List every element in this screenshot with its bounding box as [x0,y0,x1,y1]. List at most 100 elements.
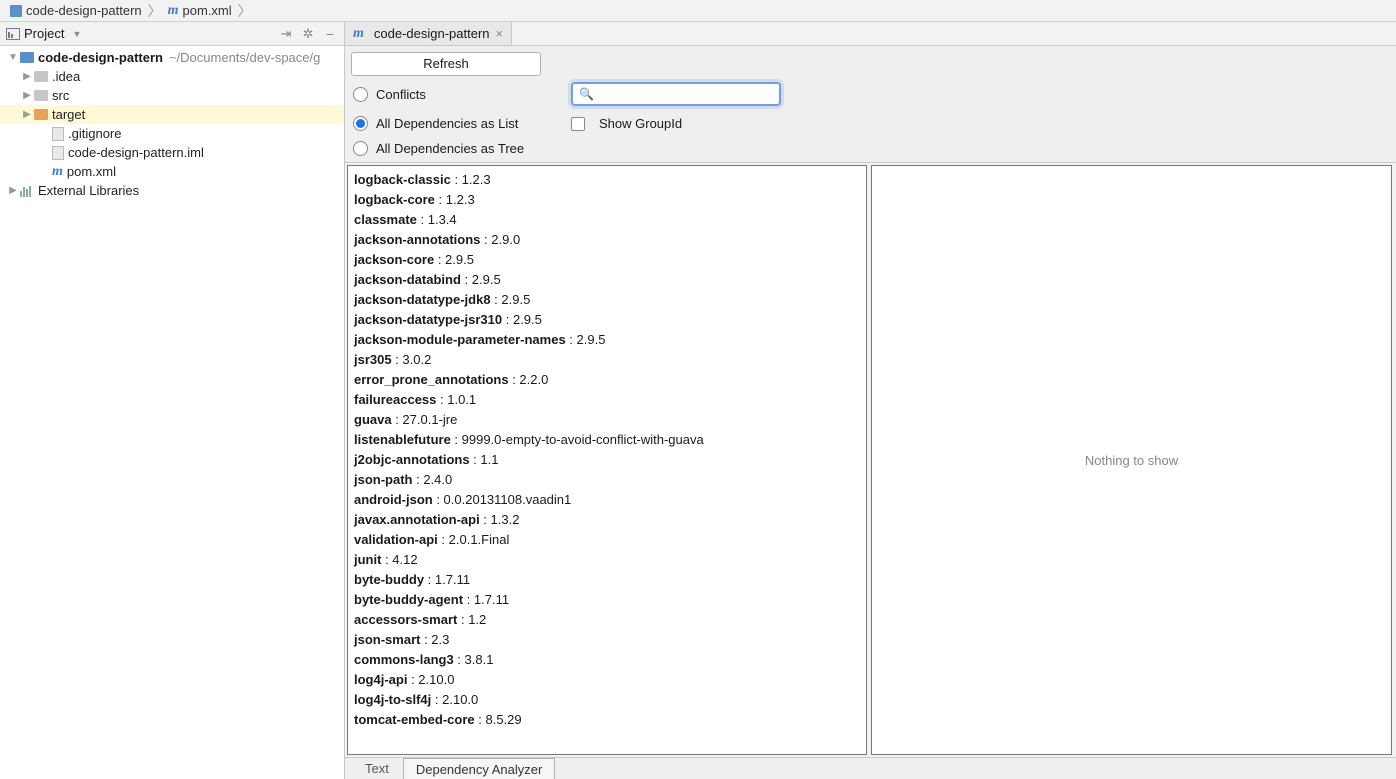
expand-arrow-icon[interactable] [8,52,18,63]
dependency-row[interactable]: classmate : 1.3.4 [354,210,860,230]
dependency-name: jackson-databind [354,272,461,287]
dependency-row[interactable]: javax.annotation-api : 1.3.2 [354,510,860,530]
tree-folder-target[interactable]: target [0,105,344,124]
breadcrumb-file-label: pom.xml [183,3,232,18]
tree-root-path: ~/Documents/dev-space/g [169,50,320,65]
dependency-version: : 2.10.0 [407,672,454,687]
dependency-row[interactable]: log4j-api : 2.10.0 [354,670,860,690]
dependency-row[interactable]: jackson-annotations : 2.9.0 [354,230,860,250]
tree-file-iml[interactable]: code-design-pattern.iml [0,143,344,162]
module-icon [10,5,22,17]
dependency-row[interactable]: jackson-datatype-jsr310 : 2.9.5 [354,310,860,330]
dependency-row[interactable]: guava : 27.0.1-jre [354,410,860,430]
dependency-details: Nothing to show [871,165,1392,755]
tab-dependency-analyzer[interactable]: Dependency Analyzer [403,758,555,779]
collapse-all-icon[interactable]: ⇥ [278,26,294,42]
dependency-row[interactable]: tomcat-embed-core : 8.5.29 [354,710,860,730]
dependency-row[interactable]: j2objc-annotations : 1.1 [354,450,860,470]
dependency-row[interactable]: accessors-smart : 1.2 [354,610,860,630]
tree-external-libs[interactable]: External Libraries [0,181,344,200]
editor-bottom-tabs: Text Dependency Analyzer [345,757,1396,779]
dependency-row[interactable]: byte-buddy-agent : 1.7.11 [354,590,860,610]
dependency-row[interactable]: logback-core : 1.2.3 [354,190,860,210]
file-icon [52,146,64,160]
expand-arrow-icon[interactable] [22,71,32,82]
dependency-row[interactable]: android-json : 0.0.20131108.vaadin1 [354,490,860,510]
breadcrumb-project[interactable]: code-design-pattern [6,3,146,18]
dependency-name: byte-buddy-agent [354,592,463,607]
dependency-row[interactable]: validation-api : 2.0.1.Final [354,530,860,550]
dependency-list[interactable]: logback-classic : 1.2.3logback-core : 1.… [347,165,867,755]
dependency-version: : 2.9.0 [480,232,520,247]
editor-tabs: m code-design-pattern × [345,22,1396,46]
dependency-version: : 1.2.3 [451,172,491,187]
dependency-row[interactable]: byte-buddy : 1.7.11 [354,570,860,590]
libraries-icon [20,185,34,197]
dependency-version: : 2.9.5 [461,272,501,287]
editor-area: m code-design-pattern × Refresh Conflict… [345,22,1396,779]
project-tool-window: Project ▼ ⇥ ✲ ⎯ code-design-pattern ~/Do… [0,22,345,779]
dependency-row[interactable]: jackson-core : 2.9.5 [354,250,860,270]
dependency-name: commons-lang3 [354,652,454,667]
dependency-version: : 2.9.5 [491,292,531,307]
folder-icon [34,71,48,82]
dependency-version: : 1.1 [470,452,499,467]
project-header: Project ▼ ⇥ ✲ ⎯ [0,22,344,46]
radio-icon [353,116,368,131]
search-icon: 🔍 [579,87,594,101]
dependency-row[interactable]: json-path : 2.4.0 [354,470,860,490]
dependency-name: classmate [354,212,417,227]
breadcrumb-file[interactable]: m pom.xml [164,3,236,19]
dependency-version: : 2.9.5 [566,332,606,347]
dependency-row[interactable]: junit : 4.12 [354,550,860,570]
tree-folder-idea[interactable]: .idea [0,67,344,86]
search-input[interactable] [598,87,774,102]
search-field[interactable]: 🔍 [571,82,781,106]
tree-file-pom[interactable]: m pom.xml [0,162,344,181]
dependency-row[interactable]: json-smart : 2.3 [354,630,860,650]
dependency-row[interactable]: jackson-module-parameter-names : 2.9.5 [354,330,860,350]
close-icon[interactable]: × [496,26,504,41]
dependency-row[interactable]: logback-classic : 1.2.3 [354,170,860,190]
radio-list[interactable]: All Dependencies as List [353,116,563,131]
excluded-folder-icon [34,109,48,120]
dependency-version: : 4.12 [381,552,417,567]
expand-arrow-icon[interactable] [22,90,32,101]
dependency-version: : 2.2.0 [509,372,549,387]
tree-root[interactable]: code-design-pattern ~/Documents/dev-spac… [0,48,344,67]
dependency-row[interactable]: listenablefuture : 9999.0-empty-to-avoid… [354,430,860,450]
dependency-version: : 1.0.1 [436,392,476,407]
tree-folder-src[interactable]: src [0,86,344,105]
dependency-row[interactable]: commons-lang3 : 3.8.1 [354,650,860,670]
dependency-version: : 2.4.0 [413,472,453,487]
dependency-name: error_prone_annotations [354,372,509,387]
maven-icon: m [353,26,364,42]
project-tree[interactable]: code-design-pattern ~/Documents/dev-spac… [0,46,344,779]
tab-pom[interactable]: m code-design-pattern × [345,22,512,45]
checkbox-show-groupid[interactable]: Show GroupId [571,116,1388,131]
breadcrumb-project-label: code-design-pattern [26,3,142,18]
dependency-name: byte-buddy [354,572,424,587]
chevron-down-icon[interactable]: ▼ [72,29,81,39]
dependency-version: : 0.0.20131108.vaadin1 [433,492,572,507]
dependency-row[interactable]: jsr305 : 3.0.2 [354,350,860,370]
tree-file-gitignore[interactable]: .gitignore [0,124,344,143]
dependency-row[interactable]: log4j-to-slf4j : 2.10.0 [354,690,860,710]
dependency-row[interactable]: error_prone_annotations : 2.2.0 [354,370,860,390]
radio-tree[interactable]: All Dependencies as Tree [353,141,563,156]
expand-arrow-icon[interactable] [22,109,32,120]
refresh-button[interactable]: Refresh [351,52,541,76]
dependency-version: : 1.7.11 [463,592,509,607]
radio-conflicts[interactable]: Conflicts [353,87,563,102]
tab-text[interactable]: Text [353,758,401,779]
dependency-version: : 1.3.2 [480,512,520,527]
radio-icon [353,141,368,156]
dependency-name: javax.annotation-api [354,512,480,527]
dependency-row[interactable]: jackson-databind : 2.9.5 [354,270,860,290]
gear-icon[interactable]: ✲ [300,26,316,42]
hide-icon[interactable]: ⎯ [322,26,338,42]
dependency-row[interactable]: jackson-datatype-jdk8 : 2.9.5 [354,290,860,310]
project-view-icon [6,28,20,40]
expand-arrow-icon[interactable] [8,185,18,196]
dependency-row[interactable]: failureaccess : 1.0.1 [354,390,860,410]
